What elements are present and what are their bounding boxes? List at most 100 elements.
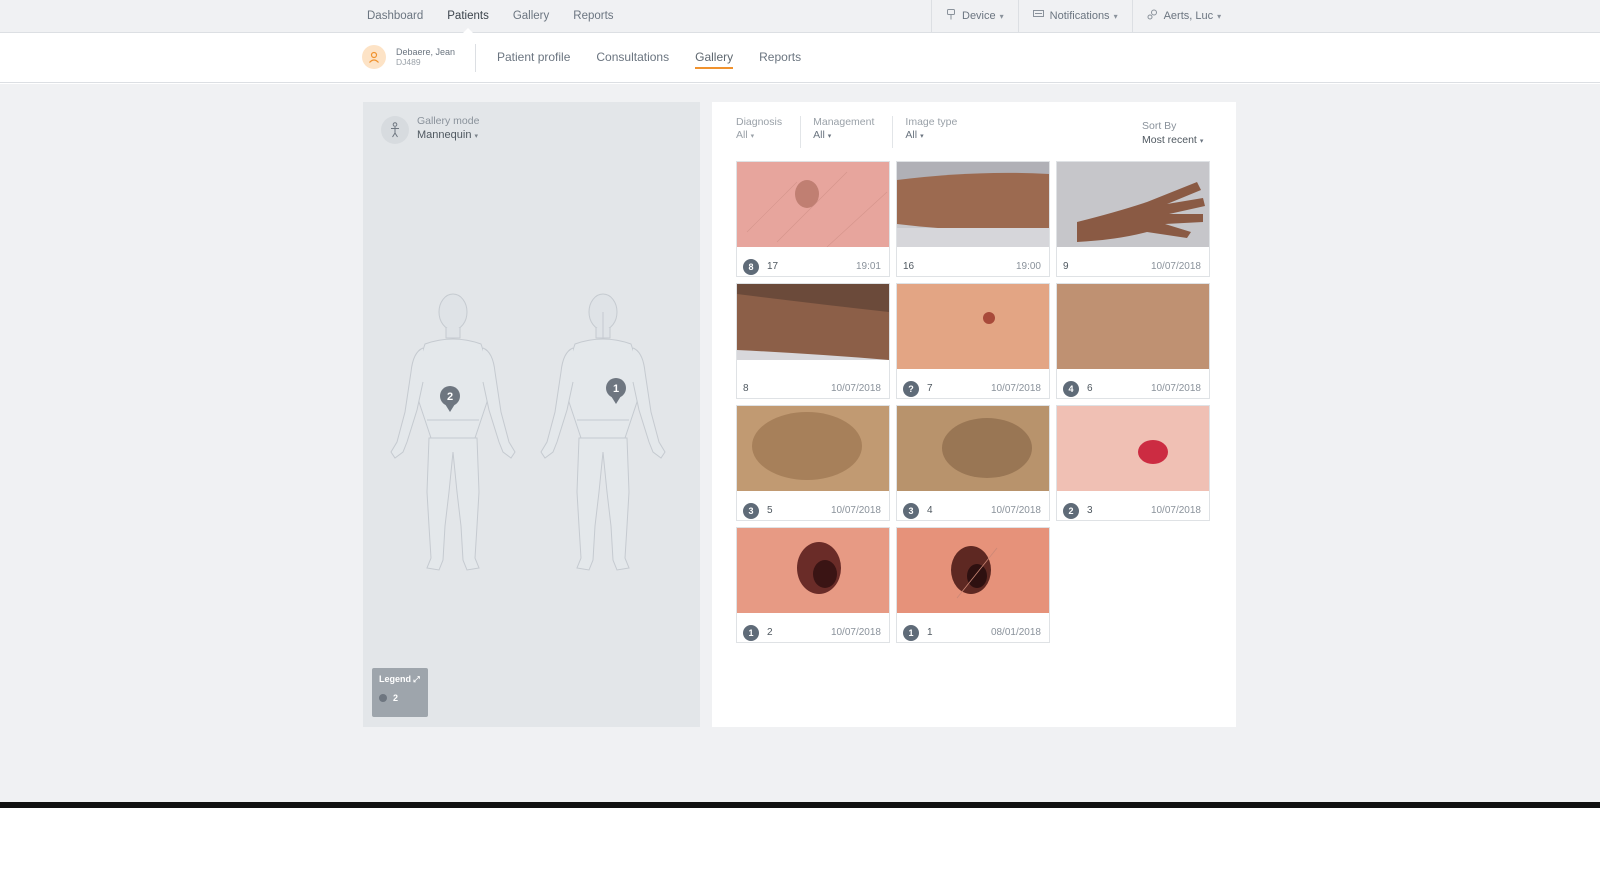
patient-subnav-bar: Debaere, Jean DJ489 Patient profile Cons… bbox=[0, 33, 1600, 83]
chevron-down-icon: ▾ bbox=[1199, 138, 1204, 145]
gallery-mode-dropdown[interactable]: Gallery mode Mannequin ▾ bbox=[381, 115, 479, 144]
image-number: 17 bbox=[767, 261, 779, 272]
status-badge: 3 bbox=[903, 502, 919, 519]
image-meta: 3 5 10/07/2018 bbox=[737, 496, 889, 525]
image-thumbnail[interactable] bbox=[1057, 406, 1209, 491]
image-thumbnail[interactable] bbox=[1057, 284, 1209, 369]
expand-icon: ⤢ bbox=[411, 675, 420, 684]
body-mannequin[interactable]: 2 1 bbox=[383, 292, 673, 582]
gallery-image-card[interactable]: 8 17 19:01 bbox=[736, 161, 890, 277]
image-type-filter[interactable]: Image type All ▾ bbox=[905, 116, 975, 148]
user-dropdown[interactable]: Aerts, Luc ▾ bbox=[1131, 0, 1236, 32]
image-meta: ? 7 10/07/2018 bbox=[897, 374, 1049, 403]
tab-reports[interactable]: Reports bbox=[759, 50, 801, 66]
nav-item-patients[interactable]: Patients bbox=[447, 0, 489, 33]
chevron-down-icon: ▾ bbox=[750, 133, 755, 140]
image-thumbnail[interactable] bbox=[897, 406, 1049, 491]
patient-name: Debaere, Jean bbox=[396, 47, 456, 57]
diagnosis-filter-value: All ▾ bbox=[736, 129, 782, 143]
image-date: 10/07/2018 bbox=[1150, 505, 1201, 516]
footer-divider bbox=[0, 802, 1600, 808]
nav-item-gallery[interactable]: Gallery bbox=[513, 0, 549, 32]
image-thumbnail[interactable] bbox=[737, 284, 889, 369]
gallery-image-card[interactable]: 3 4 10/07/2018 bbox=[896, 405, 1050, 521]
image-number: 6 bbox=[1087, 383, 1093, 394]
image-thumbnail[interactable] bbox=[897, 284, 1049, 369]
image-thumbnail[interactable] bbox=[1057, 162, 1209, 247]
image-date: 08/01/2018 bbox=[990, 627, 1041, 638]
chevron-down-icon: ▾ bbox=[827, 133, 832, 140]
image-thumbnail[interactable] bbox=[737, 162, 889, 248]
chevron-down-icon: ▾ bbox=[1217, 11, 1222, 21]
sort-dropdown[interactable]: Sort By Most recent ▾ bbox=[1142, 120, 1203, 149]
tab-gallery[interactable]: Gallery bbox=[695, 50, 734, 69]
image-date: 10/07/2018 bbox=[990, 383, 1041, 394]
status-badge: 1 bbox=[903, 624, 919, 641]
gallery-image-card[interactable]: ? 7 10/07/2018 bbox=[896, 283, 1050, 399]
divider bbox=[475, 44, 476, 72]
management-filter-value: All ▾ bbox=[813, 129, 874, 143]
legend-row: 2 bbox=[379, 693, 421, 703]
legend-box[interactable]: Legend ⤢ 2 bbox=[372, 668, 428, 717]
notifications-icon bbox=[1032, 10, 1044, 22]
gallery-image-card[interactable]: 1 2 10/07/2018 bbox=[736, 527, 890, 643]
nav-item-reports[interactable]: Reports bbox=[573, 0, 613, 32]
gallery-image-card[interactable]: 1 1 08/01/2018 bbox=[896, 527, 1050, 643]
notifications-dropdown[interactable]: Notifications ▾ bbox=[1017, 0, 1132, 32]
gallery-mode-value-text: Mannequin bbox=[417, 129, 472, 141]
device-dropdown[interactable]: Device ▾ bbox=[931, 0, 1018, 32]
legend-count: 2 bbox=[393, 693, 399, 703]
image-number: 5 bbox=[767, 505, 773, 516]
image-thumbnail[interactable] bbox=[737, 406, 889, 491]
gallery-image-card[interactable]: 2 3 10/07/2018 bbox=[1056, 405, 1210, 521]
patient-tabs: Patient profile Consultations Gallery Re… bbox=[497, 33, 827, 83]
gallery-image-card[interactable]: 8 10/07/2018 bbox=[736, 283, 890, 399]
chevron-down-icon: ▾ bbox=[1113, 11, 1118, 21]
nav-item-dashboard[interactable]: Dashboard bbox=[367, 0, 423, 32]
sort-label: Sort By bbox=[1142, 120, 1177, 132]
patient-info[interactable]: Debaere, Jean DJ489 bbox=[362, 45, 455, 69]
image-meta: 9 10/07/2018 bbox=[1057, 252, 1209, 281]
gallery-image-card[interactable]: 3 5 10/07/2018 bbox=[736, 405, 890, 521]
image-thumbnail[interactable] bbox=[897, 528, 1049, 613]
status-badge: 3 bbox=[743, 502, 759, 519]
image-number: 3 bbox=[1087, 505, 1093, 516]
management-filter-value-text: All bbox=[813, 129, 825, 141]
image-thumbnail[interactable] bbox=[897, 162, 1049, 247]
tab-consultations[interactable]: Consultations bbox=[596, 50, 669, 66]
gallery-mode-text: Gallery mode Mannequin ▾ bbox=[417, 115, 479, 144]
diagnosis-filter-value-text: All bbox=[736, 129, 748, 141]
image-number: 4 bbox=[927, 505, 933, 516]
front-body-figure[interactable] bbox=[390, 293, 516, 571]
legend-dot bbox=[379, 694, 387, 702]
image-type-filter-value-text: All bbox=[905, 129, 918, 141]
image-number: 1 bbox=[927, 627, 933, 638]
status-badge: 2 bbox=[1063, 502, 1079, 519]
gallery-image-card[interactable]: 9 10/07/2018 bbox=[1056, 161, 1210, 277]
management-filter[interactable]: Management All ▾ bbox=[813, 116, 894, 148]
gallery-mode-label: Gallery mode bbox=[417, 115, 480, 127]
legend-title: Legend ⤢ bbox=[379, 674, 421, 685]
image-date: 10/07/2018 bbox=[990, 505, 1041, 516]
gallery-image-card[interactable]: 16 19:00 bbox=[896, 161, 1050, 277]
patient-id: DJ489 bbox=[396, 57, 421, 67]
body-marker-front-label: 2 bbox=[447, 391, 453, 403]
sort-value: Most recent ▾ bbox=[1142, 133, 1203, 149]
image-date: 10/07/2018 bbox=[1150, 383, 1201, 394]
chevron-down-icon: ▾ bbox=[920, 133, 924, 140]
gallery-panel: Diagnosis All ▾ Management All ▾ Image typ… bbox=[712, 102, 1236, 727]
gallery-image-card[interactable]: 4 6 10/07/2018 bbox=[1056, 283, 1210, 399]
diagnosis-filter[interactable]: Diagnosis All ▾ bbox=[736, 116, 802, 148]
body-marker-back-label: 1 bbox=[613, 383, 619, 395]
image-meta: 2 3 10/07/2018 bbox=[1057, 496, 1209, 525]
chevron-down-icon: ▾ bbox=[999, 11, 1004, 21]
image-date: 19:01 bbox=[855, 261, 881, 272]
top-navigation-bar: Dashboard Patients Gallery Reports Devic… bbox=[0, 0, 1600, 33]
image-number: 7 bbox=[927, 383, 933, 394]
top-right-menus: Device ▾ Notifications ▾ Aerts, Luc ▾ bbox=[931, 0, 1235, 32]
image-thumbnail[interactable] bbox=[737, 528, 889, 613]
image-number: 2 bbox=[767, 627, 773, 638]
tab-patient-profile[interactable]: Patient profile bbox=[497, 50, 570, 66]
gallery-mode-value: Mannequin ▾ bbox=[417, 128, 479, 144]
image-meta: 16 19:00 bbox=[897, 252, 1049, 281]
